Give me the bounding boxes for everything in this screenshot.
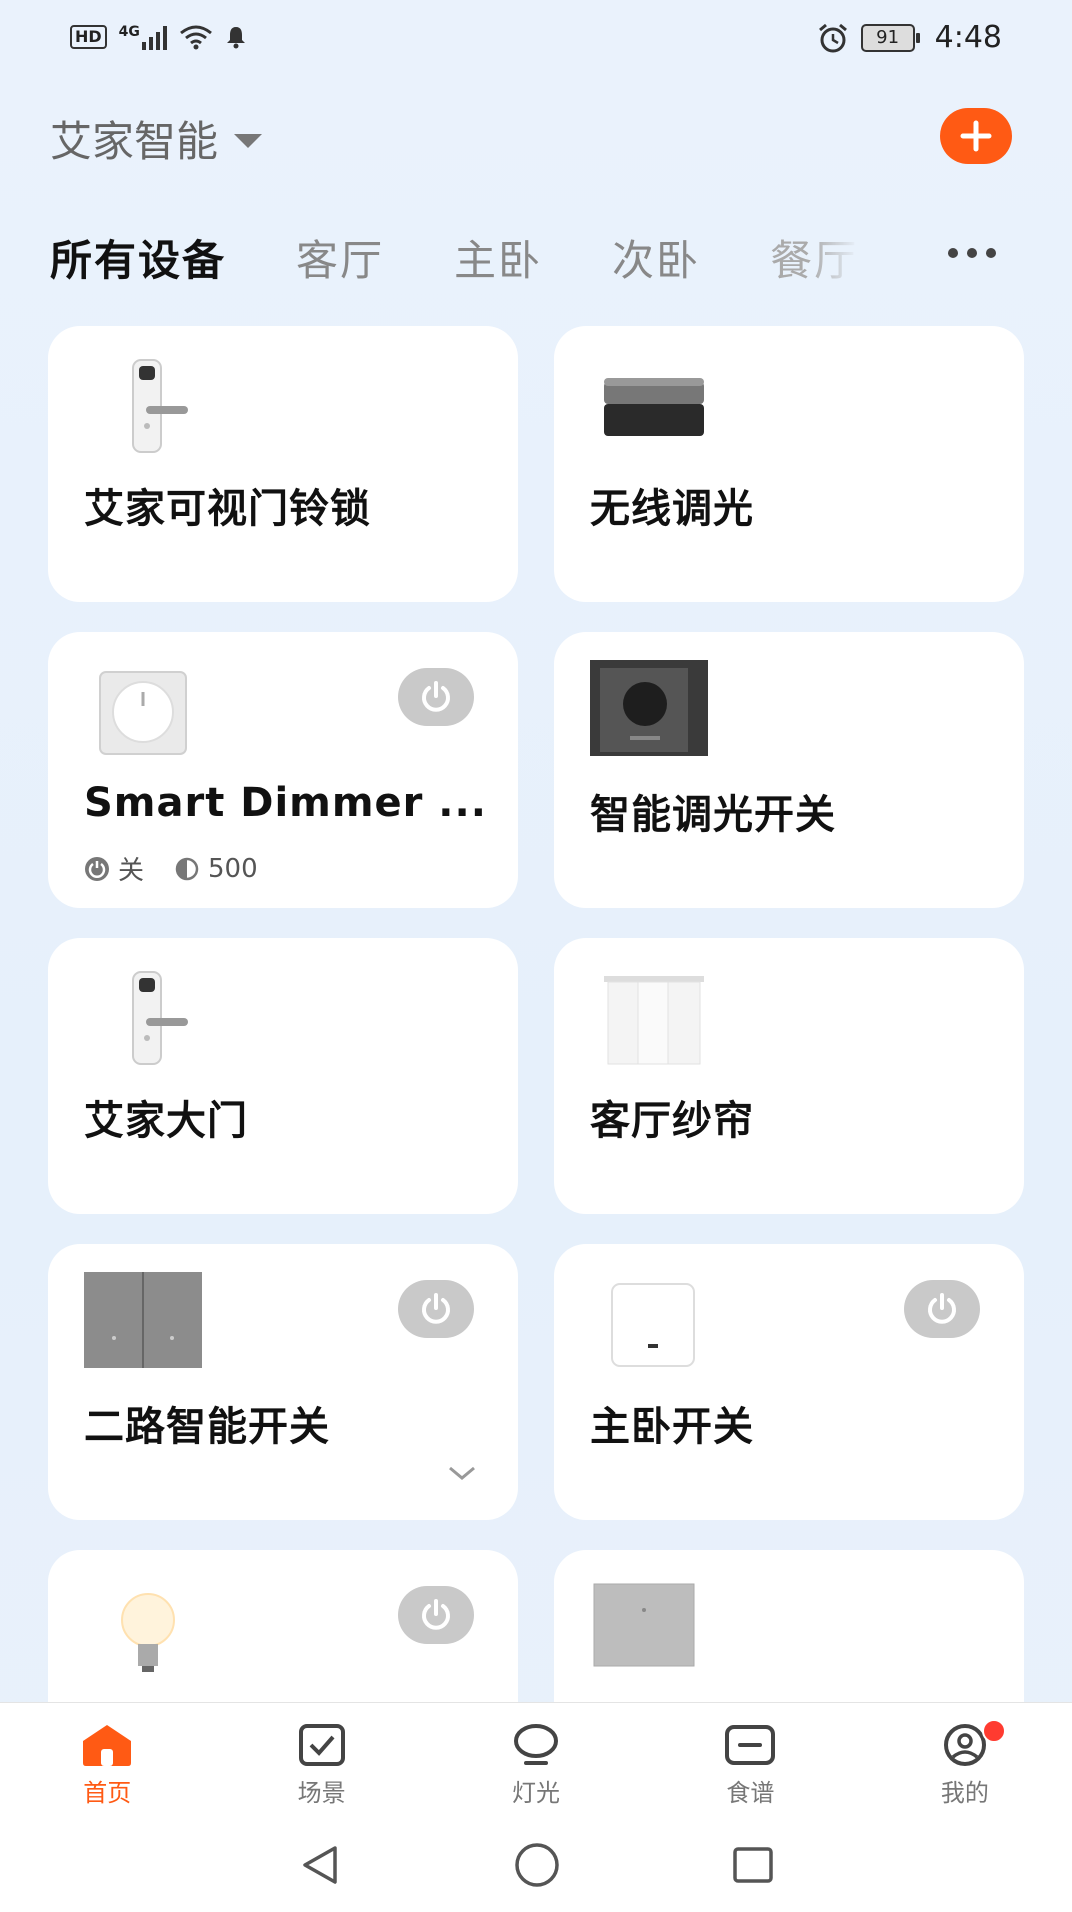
- nav-label: 灯光: [512, 1779, 561, 1807]
- device-card-main-door[interactable]: 艾家大门: [48, 938, 518, 1214]
- status-bar: HD 4G 91 4:48: [0, 0, 1072, 76]
- power-icon: [422, 681, 450, 712]
- home-icon: [83, 1725, 132, 1766]
- wall-switch-icon: [611, 1283, 695, 1367]
- alarm-icon: [818, 23, 847, 52]
- device-name: 无线调光: [590, 486, 754, 532]
- scene-icon: [298, 1724, 345, 1766]
- nav-label: 食谱: [726, 1779, 775, 1807]
- recipe-icon: [725, 1725, 776, 1765]
- dimmer-switch-icon: [99, 671, 187, 755]
- network-type: 4G: [118, 24, 140, 40]
- device-card-doorbell-lock[interactable]: 艾家可视门铃锁: [48, 326, 518, 602]
- door-lock-icon: [132, 971, 188, 1065]
- power-button[interactable]: [398, 1280, 474, 1338]
- add-device-button[interactable]: [940, 108, 1012, 164]
- plus-icon: [960, 120, 992, 152]
- notification-badge: [981, 1719, 1006, 1743]
- status-right: 91 4:48: [817, 20, 1002, 55]
- nav-light[interactable]: 灯光: [429, 1703, 643, 1819]
- brightness-value: 500: [208, 853, 258, 884]
- power-button[interactable]: [904, 1280, 980, 1338]
- device-card-smart-dimmer-switch[interactable]: 智能调光开关: [554, 632, 1024, 908]
- device-card-wireless-dimmer[interactable]: 无线调光: [554, 326, 1024, 602]
- caret-down-icon: [234, 133, 263, 148]
- light-bulb-icon: [121, 1593, 175, 1672]
- clock: 4:48: [934, 20, 1002, 55]
- device-name: 客厅纱帘: [590, 1098, 754, 1144]
- nav-recipe[interactable]: 食谱: [643, 1703, 857, 1819]
- bell-icon: [226, 27, 245, 49]
- nav-scene[interactable]: 场景: [214, 1703, 428, 1819]
- tab-all-devices[interactable]: 所有设备: [50, 227, 226, 288]
- power-status: 关: [118, 856, 145, 886]
- power-icon: [422, 1599, 450, 1630]
- bottom-nav: 首页 场景 灯光 食谱 我的: [0, 1702, 1072, 1819]
- home-name: 艾家智能: [50, 117, 219, 166]
- device-name: 智能调光开关: [590, 792, 836, 838]
- device-name: Smart Dimmer ...: [84, 780, 487, 826]
- device-card-living-curtain[interactable]: 客厅纱帘: [554, 938, 1024, 1214]
- device-card-smart-dimmer[interactable]: Smart Dimmer ... 关 500: [48, 632, 518, 908]
- home-selector[interactable]: 艾家智能: [50, 108, 263, 169]
- power-status-icon: [85, 856, 109, 881]
- system-nav-bar: [0, 1818, 1072, 1912]
- power-button[interactable]: [398, 1586, 474, 1644]
- nav-label: 场景: [297, 1779, 346, 1807]
- more-icon[interactable]: [948, 248, 996, 258]
- room-tabs: 所有设备 客厅 主卧 次卧 餐厅: [50, 222, 1020, 292]
- power-icon: [422, 1293, 450, 1324]
- tab-second-bedroom[interactable]: 次卧: [612, 227, 700, 288]
- battery-indicator: 91: [860, 23, 920, 52]
- nav-label: 我的: [940, 1779, 989, 1807]
- power-icon: [928, 1293, 956, 1324]
- device-card-master-switch[interactable]: 主卧开关: [554, 1244, 1024, 1520]
- smart-dimmer-knob-icon: [590, 660, 708, 756]
- recents-icon[interactable]: [731, 1843, 775, 1887]
- device-name: 二路智能开关: [84, 1404, 330, 1450]
- curtain-icon: [604, 976, 704, 1065]
- device-status: 关 500: [84, 850, 258, 887]
- tab-master-bedroom[interactable]: 主卧: [454, 227, 542, 288]
- hd-indicator: HD: [70, 25, 107, 49]
- tab-dining-room[interactable]: 餐厅: [770, 227, 858, 288]
- home-circle-icon[interactable]: [513, 1841, 561, 1889]
- device-name: 艾家可视门铃锁: [84, 486, 371, 532]
- power-button[interactable]: [398, 668, 474, 726]
- nav-profile[interactable]: 我的: [858, 1703, 1072, 1819]
- door-lock-icon: [132, 359, 188, 453]
- two-gang-switch-icon: [84, 1272, 202, 1368]
- switch-panel-icon: [593, 1583, 695, 1667]
- chevron-down-icon[interactable]: [446, 1464, 478, 1484]
- brightness-icon: [175, 857, 199, 880]
- back-icon[interactable]: [297, 1842, 343, 1888]
- tab-living-room[interactable]: 客厅: [296, 227, 384, 288]
- status-left: HD 4G: [70, 24, 247, 50]
- nav-label: 首页: [83, 1779, 132, 1807]
- device-card-two-gang-switch[interactable]: 二路智能开关: [48, 1244, 518, 1520]
- light-icon: [514, 1724, 559, 1765]
- wireless-dimmer-icon: [604, 378, 704, 436]
- signal-icon: [141, 24, 167, 50]
- device-name: 主卧开关: [590, 1404, 754, 1450]
- nav-home[interactable]: 首页: [0, 1703, 214, 1819]
- wifi-icon: [179, 25, 212, 50]
- device-name: 艾家大门: [84, 1098, 248, 1144]
